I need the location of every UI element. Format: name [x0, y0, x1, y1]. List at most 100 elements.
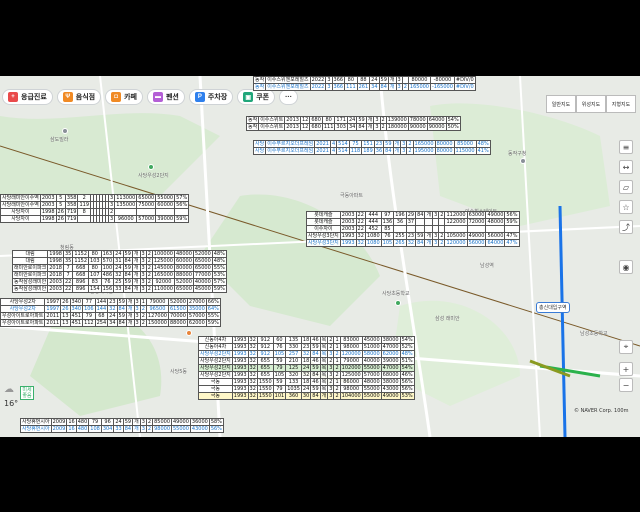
- area-icon[interactable]: ▱: [619, 180, 633, 194]
- table-cell: 261: [356, 83, 371, 91]
- table-cell: 복: [319, 378, 329, 386]
- table-cell: 77000: [192, 271, 213, 279]
- table-cell: 84: [310, 392, 321, 400]
- table-cell: 210: [285, 357, 302, 365]
- table-cell: 80: [88, 264, 102, 272]
- table-cell: 개: [125, 319, 135, 327]
- map-type-satellite[interactable]: 위성지도: [576, 95, 606, 113]
- table-cell: 514: [336, 140, 350, 148]
- table-cell: -80000: [430, 76, 455, 84]
- table-cell: 119: [77, 201, 91, 209]
- table-cell: [424, 225, 434, 233]
- air-quality-badge[interactable]: 미세 좋음: [20, 386, 34, 400]
- p-icon: P: [194, 92, 205, 102]
- place-marker[interactable]: [62, 128, 68, 134]
- table-cell: 104000: [339, 392, 363, 400]
- table-cell: 23: [373, 140, 385, 148]
- chip-restaurant[interactable]: Ψ 음식점: [56, 89, 102, 105]
- cloud-icon: ☁: [4, 384, 14, 395]
- table-cell: 1550: [256, 385, 274, 393]
- layers-icon[interactable]: ≡: [619, 140, 633, 154]
- table-cell: 912: [256, 343, 274, 351]
- table-cell-name: 2018: [47, 271, 64, 279]
- table-cell: 26: [55, 208, 66, 216]
- table-cell: 24: [300, 364, 312, 372]
- table-cell: 127000: [145, 312, 169, 320]
- table-cell-name: 동작삼성래미안: [11, 278, 49, 286]
- table-cell: 26: [60, 298, 71, 306]
- table-cell: 88: [356, 76, 371, 84]
- chip-coupon[interactable]: ▣ 쿠폰: [237, 89, 276, 105]
- place-marker[interactable]: [186, 330, 192, 336]
- map-type-terrain[interactable]: 지형지도: [606, 95, 636, 113]
- chip-label: 펜션: [165, 94, 179, 101]
- apartment-table-lotte-castle: 롯데캐슬 2003 22 444 97 196 29 84 개 3 2 112000 63000 4900…: [306, 211, 520, 247]
- zoom-out-icon[interactable]: −: [619, 378, 633, 392]
- chip-cafe[interactable]: ◘ 카페: [105, 89, 143, 105]
- table-cell: 144: [94, 298, 109, 306]
- apartment-table-top: 동작 이수스위첸포레힐즈 2022 3 366 80 88 24 59 개 3 80000 -80000…: [252, 76, 476, 91]
- table-cell: 2021: [314, 140, 331, 148]
- table-row: 대림 1998 35 1152 103 570 31 84 개 3 2 125000 60000 6500…: [11, 257, 227, 265]
- table-cell: 개: [319, 392, 329, 400]
- table-cell: 개: [125, 305, 135, 313]
- chip-emergency[interactable]: + 응급진료: [2, 89, 53, 105]
- table-cell: 12: [299, 116, 311, 124]
- roadview-icon[interactable]: ◉: [619, 260, 633, 274]
- table-cell: 255: [393, 232, 407, 240]
- table-cell: 48%: [475, 140, 491, 148]
- table-cell-name: 사당우성2단지: [198, 357, 233, 365]
- table-cell: -165000: [430, 83, 455, 91]
- distance-icon[interactable]: ↔: [619, 160, 633, 174]
- table-cell: 90000: [407, 123, 428, 131]
- table-cell: #DIV/0: [453, 83, 476, 91]
- table-cell: 360: [285, 392, 302, 400]
- table-cell-name: 1998: [47, 250, 64, 258]
- table-cell: [444, 225, 468, 233]
- table-cell-name: 1993: [231, 343, 249, 351]
- table-cell: 103: [88, 257, 102, 265]
- scale-text: © NAVER Corp. 100m: [574, 408, 629, 414]
- table-cell: 80: [321, 116, 336, 124]
- table-cell-name: 동작: [245, 123, 260, 131]
- table-cell: 24: [113, 250, 124, 258]
- table-cell: 97: [380, 211, 395, 219]
- save-icon[interactable]: ☆: [619, 200, 633, 214]
- chip-parking[interactable]: P 주차장: [188, 89, 234, 105]
- table-cell: 개: [365, 116, 375, 124]
- table-cell: 135000: [114, 201, 138, 209]
- more-chips-button[interactable]: ···: [279, 89, 299, 105]
- table-cell: 8: [77, 208, 91, 216]
- table-cell-name: 1993: [231, 364, 249, 372]
- place-marker[interactable]: [520, 158, 526, 164]
- table-cell: [466, 225, 487, 233]
- table-cell: 개: [131, 264, 141, 272]
- table-cell: 57%: [174, 194, 190, 202]
- table-cell: 13: [60, 319, 71, 327]
- zoom-in-icon[interactable]: +: [619, 362, 633, 376]
- table-cell: 60000: [173, 257, 194, 265]
- share-icon[interactable]: ⤴: [619, 220, 633, 234]
- table-cell: 33: [113, 285, 124, 293]
- table-cell: 55000: [155, 194, 176, 202]
- table-cell-name: 극동: [198, 378, 233, 386]
- table-cell: 55000: [361, 392, 382, 400]
- table-cell: 480: [75, 418, 90, 426]
- table-cell: 75000: [136, 201, 157, 209]
- table-cell: 98000: [339, 385, 363, 393]
- apartment-table-daelim: 대림 1998 35 1152 80 163 24 59 개 3 2 100000 48000 52000…: [11, 250, 227, 293]
- place-marker[interactable]: [148, 164, 154, 170]
- place-marker[interactable]: [395, 300, 401, 306]
- chip-pension[interactable]: ▬ 펜션: [146, 89, 185, 105]
- location-icon[interactable]: ⌖: [619, 340, 633, 354]
- table-cell: 45000: [361, 336, 382, 344]
- table-cell: 75: [348, 140, 363, 148]
- table-cell: 912: [256, 350, 274, 358]
- table-cell: 340: [69, 298, 84, 306]
- table-cell: 53%: [211, 271, 227, 279]
- subway-station-label[interactable]: 총신대입구역: [536, 302, 570, 313]
- table-cell: 113000: [114, 194, 138, 202]
- map-type-normal[interactable]: 일반지도: [546, 95, 576, 113]
- table-cell: 41%: [475, 147, 491, 155]
- table-cell: 22: [62, 285, 74, 293]
